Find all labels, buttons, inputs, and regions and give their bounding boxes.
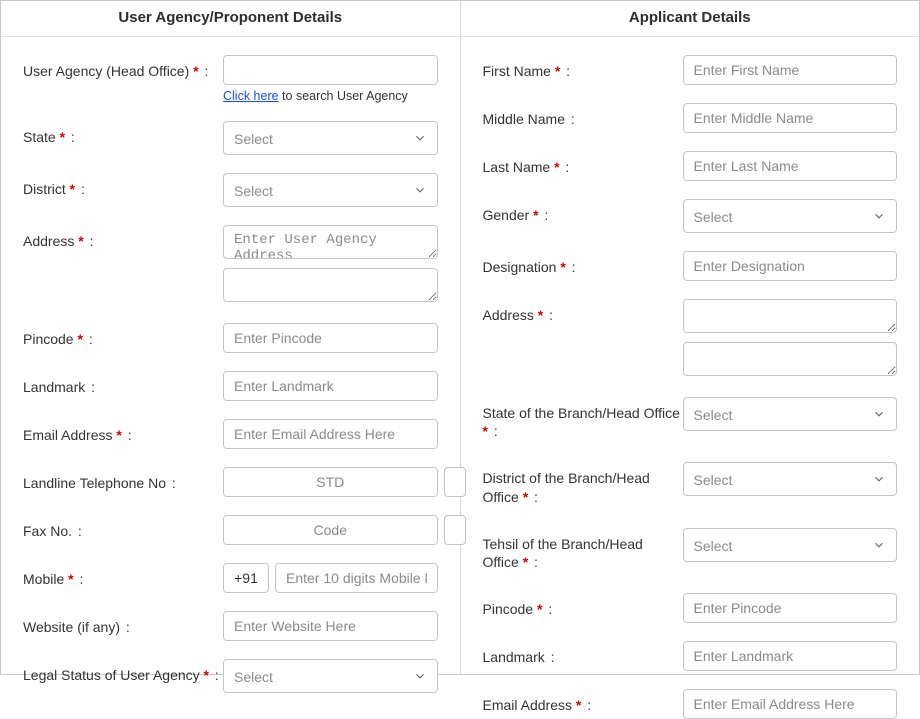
label-middle-name: Middle Name : [483,103,683,128]
middle-name-input[interactable] [683,103,898,133]
label-mobile: Mobile * : [23,563,223,588]
state-branch-select[interactable]: Select [683,397,898,431]
gender-select[interactable]: Select [683,199,898,233]
chevron-down-icon [872,538,886,552]
label-designation: Designation * : [483,251,683,276]
tehsil-branch-select[interactable]: Select [683,528,898,562]
label-state-branch: State of the Branch/Head Office * : [483,397,683,440]
panel-title-applicant: Applicant Details [461,1,920,37]
applicant-email-input[interactable] [683,689,898,719]
chevron-down-icon [872,472,886,486]
website-input[interactable] [223,611,438,641]
chevron-down-icon [413,183,427,197]
user-agency-search-link[interactable]: Click here [223,89,279,103]
label-gender: Gender * : [483,199,683,224]
label-landline: Landline Telephone No : [23,467,223,492]
label-first-name: First Name * : [483,55,683,80]
landline-std-input[interactable] [223,467,438,497]
mobile-input[interactable] [275,563,438,593]
designation-input[interactable] [683,251,898,281]
label-district-branch: District of the Branch/Head Office * : [483,462,683,505]
label-pincode: Pincode * : [23,323,223,348]
user-agency-input[interactable] [223,55,438,85]
landmark-input[interactable] [223,371,438,401]
fax-code-input[interactable] [223,515,438,545]
panel-user-agency: User Agency/Proponent Details User Agenc… [1,1,461,674]
address-textarea-1[interactable] [223,225,438,259]
label-state: State * : [23,121,223,146]
legal-status-select[interactable]: Select [223,659,438,693]
label-applicant-address: Address * : [483,299,683,324]
pincode-input[interactable] [223,323,438,353]
district-select[interactable]: Select [223,173,438,207]
applicant-landmark-input[interactable] [683,641,898,671]
label-email: Email Address * : [23,419,223,444]
label-website: Website (if any) : [23,611,223,636]
address-textarea-2[interactable] [223,268,438,302]
label-user-agency: User Agency (Head Office) * : [23,55,223,80]
label-tehsil-branch: Tehsil of the Branch/Head Office * : [483,528,683,571]
district-branch-select[interactable]: Select [683,462,898,496]
applicant-address-textarea-2[interactable] [683,342,898,376]
label-applicant-landmark: Landmark : [483,641,683,666]
applicant-pincode-input[interactable] [683,593,898,623]
label-last-name: Last Name * : [483,151,683,176]
chevron-down-icon [872,209,886,223]
label-legal-status: Legal Status of User Agency * : [23,659,223,684]
state-select[interactable]: Select [223,121,438,155]
label-applicant-email: Email Address * : [483,689,683,714]
email-input[interactable] [223,419,438,449]
applicant-address-textarea-1[interactable] [683,299,898,333]
label-fax: Fax No. : [23,515,223,540]
user-agency-search-hint: Click here to search User Agency [223,89,438,103]
chevron-down-icon [413,669,427,683]
panel-title-user-agency: User Agency/Proponent Details [1,1,460,37]
label-applicant-pincode: Pincode * : [483,593,683,618]
mobile-prefix: +91 [223,563,269,593]
last-name-input[interactable] [683,151,898,181]
chevron-down-icon [872,407,886,421]
panel-applicant: Applicant Details First Name * : Middle … [461,1,920,674]
label-landmark: Landmark : [23,371,223,396]
label-district: District * : [23,173,223,198]
first-name-input[interactable] [683,55,898,85]
label-address: Address * : [23,225,223,250]
chevron-down-icon [413,131,427,145]
